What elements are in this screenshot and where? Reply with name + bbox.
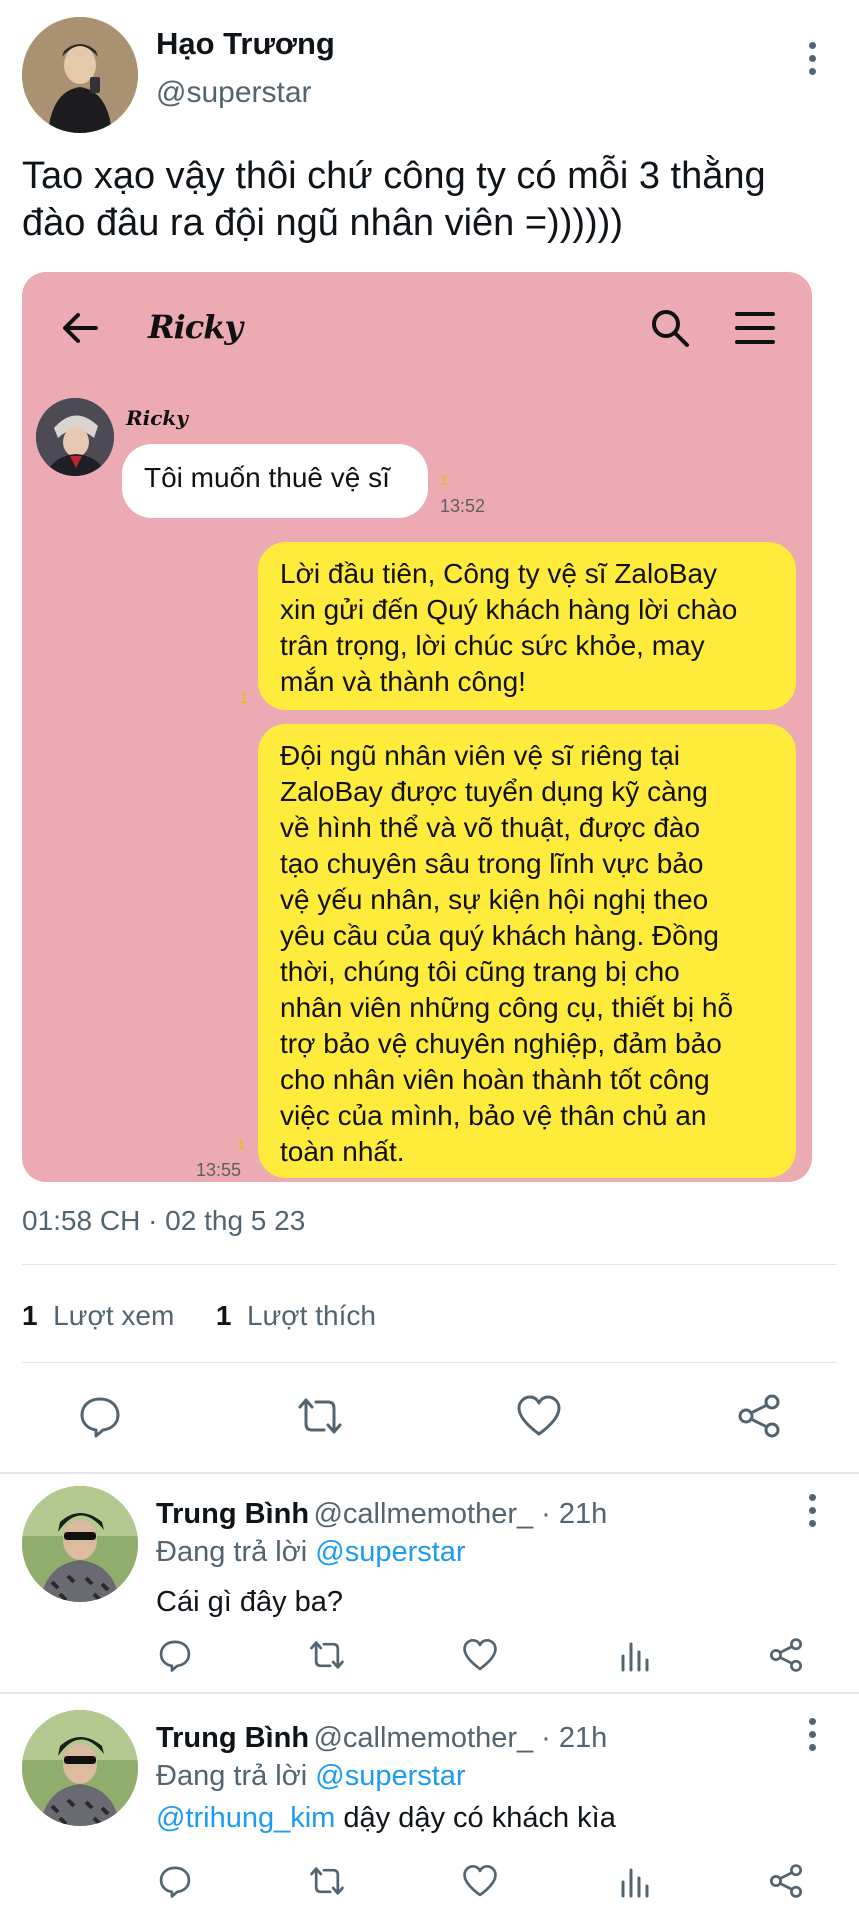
tweet-text-line-2: đào đâu ra đội ngũ nhân viên =)))))) [22, 202, 623, 244]
outgoing-2-read-count: 1 [237, 1136, 246, 1153]
reply-author-name[interactable]: Trung Bình [156, 1498, 309, 1530]
outgoing-2-line: ZaloBay được tuyển dụng kỹ càng [280, 776, 708, 807]
sender-name: Ricky [126, 406, 188, 430]
outgoing-2-line: vệ yếu nhân, sự kiện hội nghị theo [280, 884, 709, 915]
share-icon[interactable] [768, 1864, 804, 1898]
menu-icon[interactable] [734, 310, 776, 346]
outgoing-1-line: Lời đầu tiên, Công ty vệ sĩ ZaloBay [280, 558, 718, 589]
tweet-text-line-1: Tao xạo vậy thôi chứ công ty có mỗi 3 th… [22, 155, 766, 197]
views-stat[interactable]: 1 Lượt xem [22, 1300, 174, 1331]
chat-title: Ricky [148, 308, 243, 346]
arrow-left-icon[interactable] [60, 308, 100, 348]
views-count: 1 [22, 1300, 38, 1331]
incoming-time: 13:52 [440, 496, 486, 516]
reply-icon[interactable] [158, 1864, 192, 1898]
outgoing-2-line: Đội ngũ nhân viên vệ sĩ riêng tại [280, 740, 681, 771]
reply-body: Cái gì đây ba? [156, 1586, 344, 1618]
attached-chat-image[interactable]: Ricky Ricky Tôi muốn thuê vệ sĩ 1 13:52 … [22, 272, 812, 1182]
outgoing-1-line: mắn và thành công! [280, 666, 526, 697]
outgoing-2-line: nhân viên những công cụ, thiết bị hỗ [280, 992, 734, 1023]
outgoing-2-line: toàn nhất. [280, 1136, 405, 1167]
replying-to-link[interactable]: @superstar [315, 1536, 465, 1568]
reply-header: Trung Bình @callmemother_ · 21h [156, 1498, 607, 1531]
outgoing-2-line: thời, chúng tôi cũng trang bị cho [280, 956, 680, 987]
heart-icon[interactable] [462, 1864, 498, 1898]
reply-text: @trihung_kim dậy dậy có khách kìa [156, 1802, 616, 1835]
more-vertical-icon[interactable] [802, 1494, 822, 1527]
outgoing-message-2[interactable]: Đội ngũ nhân viên vệ sĩ riêng tại ZaloBa… [258, 724, 796, 1178]
divider [22, 1362, 837, 1363]
incoming-message[interactable]: Tôi muốn thuê vệ sĩ [122, 444, 428, 518]
likes-label: Lượt thích [246, 1300, 376, 1331]
outgoing-1-read-count: 1 [240, 690, 249, 707]
reply-text: Cái gì đây ba? [156, 1586, 343, 1619]
reply-age: · 21h [533, 1498, 608, 1530]
sender-avatar[interactable] [36, 398, 114, 476]
reply-item[interactable]: Trung Bình @callmemother_ · 21h Đang trả… [0, 1474, 859, 1692]
share-icon[interactable] [768, 1638, 804, 1672]
analytics-icon[interactable] [618, 1864, 652, 1898]
analytics-icon[interactable] [618, 1638, 652, 1672]
reply-author-handle[interactable]: @callmemother_ [313, 1722, 533, 1754]
search-icon[interactable] [650, 308, 690, 348]
outgoing-message-1[interactable]: Lời đầu tiên, Công ty vệ sĩ ZaloBay xin … [258, 542, 796, 710]
retweet-icon[interactable] [308, 1638, 346, 1672]
reply-author-handle[interactable]: @callmemother_ [313, 1498, 533, 1530]
reply-avatar[interactable] [22, 1710, 138, 1826]
reply-header: Trung Bình @callmemother_ · 21h [156, 1722, 607, 1755]
incoming-read-count: 1 [440, 472, 449, 489]
reply-body: dậy dậy có khách kìa [335, 1802, 616, 1834]
replying-to: Đang trả lời @superstar [156, 1536, 466, 1569]
heart-icon[interactable] [462, 1638, 498, 1672]
share-icon[interactable] [736, 1394, 782, 1438]
reply-age: · 21h [533, 1722, 608, 1754]
outgoing-2-line: về hình thể và võ thuật, được đào [280, 812, 701, 843]
replying-prefix: Đang trả lời [156, 1536, 316, 1568]
likes-stat[interactable]: 1 Lượt thích [216, 1300, 376, 1331]
outgoing-2-line: trợ bảo vệ chuyên nghiệp, đảm bảo [280, 1028, 722, 1059]
reply-author-name[interactable]: Trung Bình [156, 1722, 309, 1754]
outgoing-2-line: tạo chuyên sâu trong lĩnh vực bảo [280, 848, 704, 879]
outgoing-2-time: 13:55 [196, 1160, 242, 1180]
author-handle[interactable]: @superstar [156, 76, 312, 110]
tweet-text: Tao xạo vậy thôi chứ công ty có mỗi 3 th… [22, 153, 842, 247]
reply-mention[interactable]: @trihung_kim [156, 1802, 335, 1834]
outgoing-1-line: xin gửi đến Quý khách hàng lời chào [280, 594, 738, 625]
heart-icon[interactable] [516, 1394, 562, 1438]
replying-to-link[interactable]: @superstar [315, 1760, 465, 1792]
reply-avatar[interactable] [22, 1486, 138, 1602]
reply-icon[interactable] [78, 1394, 122, 1438]
outgoing-2-line: yêu cầu của quý khách hàng. Đồng [280, 920, 719, 951]
retweet-icon[interactable] [308, 1864, 346, 1898]
reply-item[interactable]: Trung Bình @callmemother_ · 21h Đang trả… [0, 1694, 859, 1920]
tweet-timestamp[interactable]: 01:58 CH · 02 thg 5 23 [22, 1205, 305, 1237]
retweet-icon[interactable] [296, 1394, 344, 1438]
divider [22, 1264, 837, 1265]
more-vertical-icon[interactable] [802, 42, 822, 75]
replying-prefix: Đang trả lời [156, 1760, 316, 1792]
incoming-message-text: Tôi muốn thuê vệ sĩ [144, 462, 390, 493]
author-name[interactable]: Hạo Trương [156, 26, 335, 62]
replying-to: Đang trả lời @superstar [156, 1760, 466, 1793]
tweet-stats: 1 Lượt xem 1 Lượt thích [22, 1300, 376, 1332]
likes-count: 1 [215, 1300, 232, 1331]
views-label: Lượt xem [53, 1300, 175, 1331]
more-vertical-icon[interactable] [802, 1718, 822, 1751]
outgoing-1-line: trân trọng, lời chúc sức khỏe, may [280, 630, 705, 661]
outgoing-2-line: việc của mình, bảo vệ thân chủ an [280, 1100, 707, 1131]
outgoing-2-line: cho nhân viên hoàn thành tốt công [280, 1064, 710, 1095]
reply-icon[interactable] [158, 1638, 192, 1672]
author-avatar[interactable] [22, 17, 138, 133]
